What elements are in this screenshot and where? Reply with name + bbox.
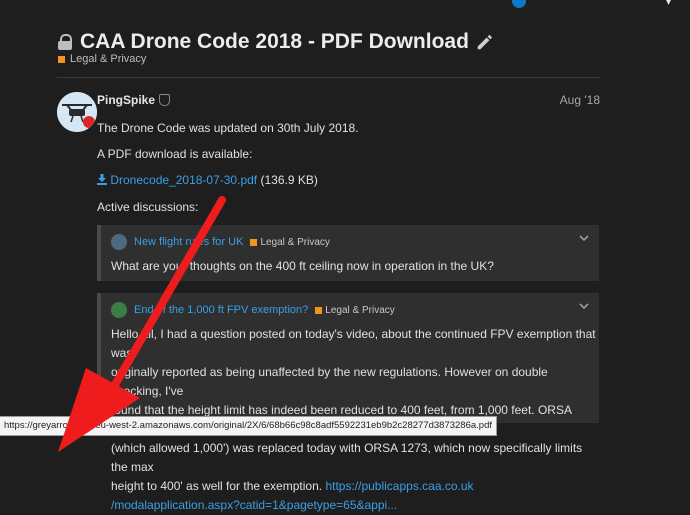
download-icon [97, 174, 107, 185]
quote-category-label: Legal & Privacy [260, 236, 330, 248]
caa-link[interactable]: https://publicapps.caa.co.uk [325, 479, 473, 493]
quote-category[interactable]: Legal & Privacy [315, 304, 395, 316]
avatar[interactable] [57, 92, 97, 132]
download-line: Dronecode_2018-07-30.pdf (136.9 KB) [97, 173, 318, 187]
topic-title-row: CAA Drone Code 2018 - PDF Download [58, 30, 493, 54]
post-author[interactable]: PingSpike [97, 93, 171, 107]
pencil-icon[interactable] [475, 33, 493, 51]
quote-body: What are your thoughts on the 400 ft cei… [111, 259, 494, 273]
page-title: CAA Drone Code 2018 - PDF Download [80, 30, 469, 53]
post-line-2: A PDF download is available: [97, 147, 253, 161]
quote-title-link[interactable]: End of the 1,000 ft FPV exemption? [134, 304, 308, 316]
divider [57, 77, 601, 78]
post-date[interactable]: Aug '18 [560, 93, 600, 107]
lock-icon [58, 34, 72, 50]
caa-link-continued[interactable]: /modalapplication.aspx?catid=1&pagetype=… [111, 496, 601, 515]
drone-avatar-icon [57, 92, 97, 132]
quote-header: End of the 1,000 ft FPV exemption? Legal… [111, 302, 395, 318]
quote-card[interactable]: End of the 1,000 ft FPV exemption? Legal… [97, 293, 599, 512]
quote-body-line: originally reported as being unaffected … [111, 365, 548, 398]
category-color-swatch [250, 238, 258, 246]
topic-category[interactable]: Legal & Privacy [58, 53, 146, 65]
author-name[interactable]: PingSpike [97, 93, 155, 107]
quote-body-line: Hello all, I had a question posted on to… [111, 327, 596, 360]
category-color-swatch [315, 306, 323, 314]
status-bar-url: https://greyarrows.s3-eu-west-2.amazonaw… [0, 416, 497, 436]
avatar [111, 234, 127, 250]
category-color-swatch [58, 55, 65, 63]
quote-category[interactable]: Legal & Privacy [250, 236, 330, 248]
chevron-down-icon[interactable] [579, 301, 589, 311]
shield-icon [159, 94, 171, 106]
quote-body-text: height to 400' as well for the exemption… [111, 479, 323, 493]
quote-body-line: height to 400' as well for the exemption… [111, 477, 601, 496]
pdf-download-link[interactable]: Dronecode_2018-07-30.pdf [110, 173, 257, 187]
chevron-down-icon[interactable] [579, 233, 589, 243]
top-header-bar: ▾ [0, 0, 690, 12]
avatar [111, 302, 127, 318]
post-line-1: The Drone Code was updated on 30th July … [97, 121, 359, 135]
quote-category-label: Legal & Privacy [325, 304, 395, 316]
quote-card[interactable]: New flight rules for UK Legal & Privacy … [97, 225, 599, 281]
notification-icon[interactable] [512, 0, 526, 8]
user-menu-icon[interactable]: ▾ [665, 0, 672, 9]
quote-header: New flight rules for UK Legal & Privacy [111, 234, 330, 250]
quote-body-line: (which allowed 1,000') was replaced toda… [111, 441, 583, 474]
post-line-3: Active discussions: [97, 200, 199, 214]
quote-title-link[interactable]: New flight rules for UK [134, 236, 243, 248]
category-label: Legal & Privacy [70, 53, 147, 65]
file-size: (136.9 KB) [260, 173, 318, 187]
